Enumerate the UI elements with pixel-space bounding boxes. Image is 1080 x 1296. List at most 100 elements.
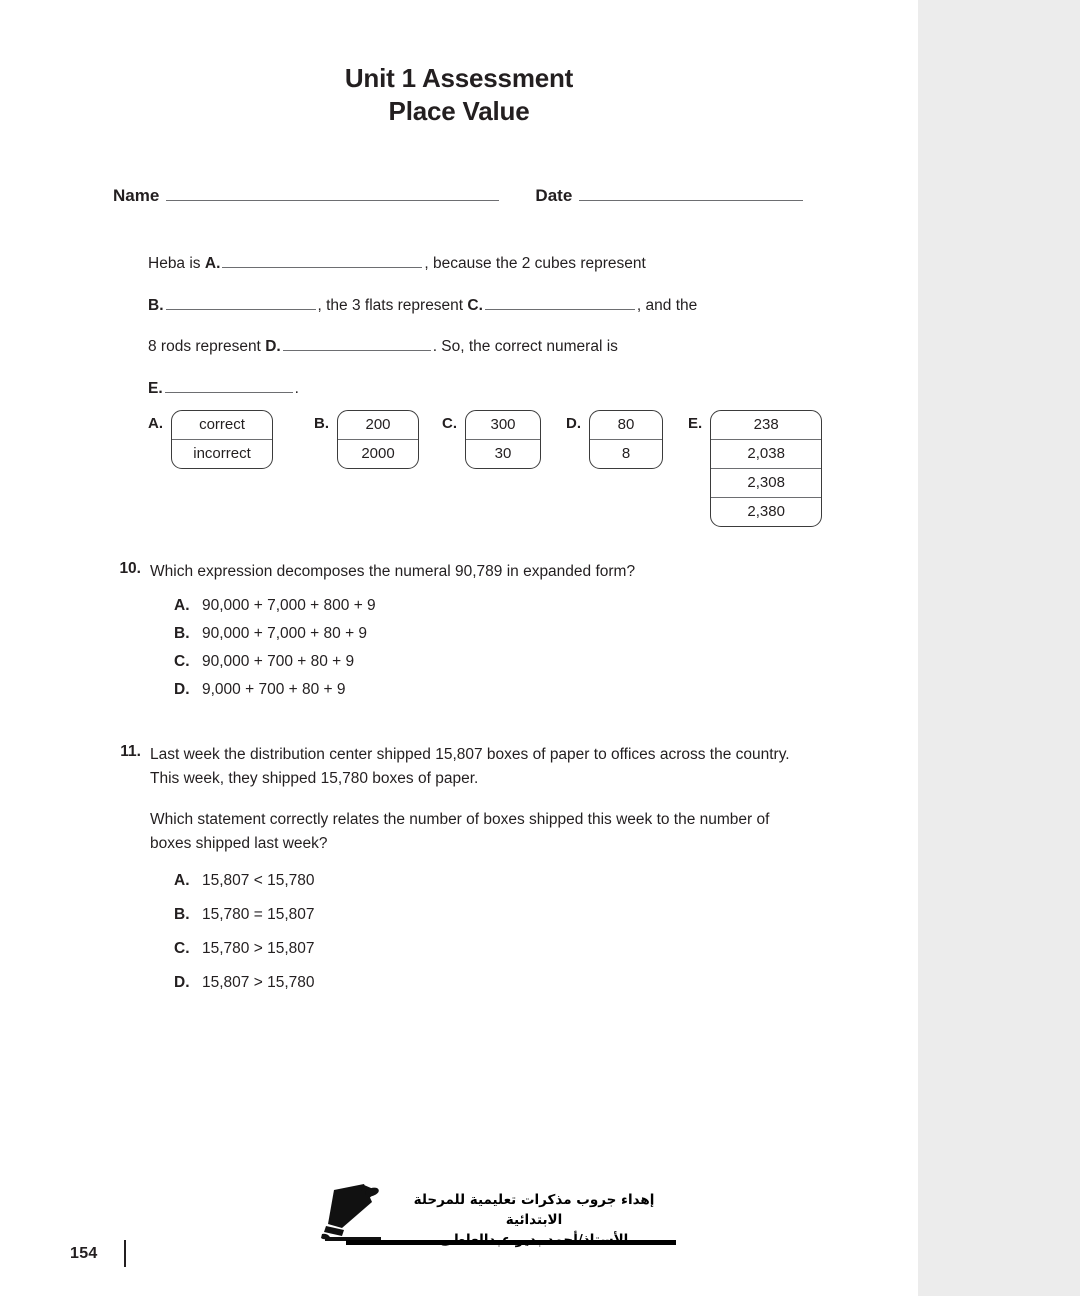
- question-10-option-c[interactable]: C. 90,000 + 700 + 80 + 9: [174, 653, 814, 671]
- choice-cell[interactable]: 2000: [338, 440, 418, 468]
- option-letter: B.: [174, 625, 190, 642]
- fill-line-4-post: .: [294, 379, 299, 397]
- question-11: 11. Last week the distribution center sh…: [114, 743, 814, 1008]
- option-letter: C.: [174, 653, 190, 670]
- question-10-options: A. 90,000 + 7,000 + 800 + 9 B. 90,000 + …: [174, 597, 814, 699]
- question-10-stem: Which expression decomposes the numeral …: [150, 563, 636, 580]
- choice-group-b-letter: B.: [314, 415, 329, 432]
- option-text: 15,807 < 15,780: [202, 872, 315, 889]
- blank-d[interactable]: [282, 338, 431, 351]
- option-text: 15,807 > 15,780: [202, 974, 315, 991]
- blank-e[interactable]: [164, 380, 293, 393]
- question-10-head: 10. Which expression decomposes the nume…: [114, 560, 814, 584]
- fill-line-1-pre: Heba is: [148, 255, 205, 272]
- fill-line-4-letter-e: E.: [148, 379, 163, 397]
- page-gutter: [918, 0, 1080, 1296]
- fill-line-3-letter-d: D.: [265, 338, 281, 355]
- option-letter: C.: [174, 940, 190, 957]
- fill-line-2-letter-b: B.: [148, 296, 164, 314]
- choice-box-row: A. correct incorrect B. 200 2000 C. 300 …: [148, 410, 848, 527]
- fill-line-2-mid: , the 3 flats represent: [317, 296, 468, 314]
- choice-cell[interactable]: incorrect: [172, 440, 272, 468]
- question-10-number: 10.: [119, 560, 141, 577]
- fill-line-2-letter-c: C.: [467, 296, 483, 314]
- fill-in-blank-paragraph: Heba is A. , because the 2 cubes represen…: [148, 243, 788, 409]
- choice-group-a-letter: A.: [148, 415, 163, 432]
- question-11-option-d[interactable]: D. 15,807 > 15,780: [174, 974, 814, 992]
- choice-group-c-letter: C.: [442, 415, 457, 432]
- fill-line-2-post: , and the: [636, 296, 698, 314]
- question-10-option-b[interactable]: B. 90,000 + 7,000 + 80 + 9: [174, 625, 814, 643]
- choice-cell[interactable]: 8: [590, 440, 662, 468]
- option-letter: A.: [174, 872, 190, 889]
- choice-group-e: E. 238 2,038 2,308 2,380: [688, 410, 823, 527]
- page-number-divider: [123, 1240, 127, 1267]
- choice-group-c: C. 300 30: [442, 410, 541, 469]
- question-11-stem: Last week the distribution center shippe…: [150, 746, 790, 787]
- choice-cell[interactable]: correct: [172, 411, 272, 440]
- question-10: 10. Which expression decomposes the nume…: [114, 560, 814, 709]
- footer-stamp: إهداء جروب مذكرات تعليمية للمرحلة الابتد…: [318, 1182, 688, 1254]
- blank-b[interactable]: [165, 297, 316, 310]
- choice-group-d: D. 80 8: [566, 410, 663, 469]
- blank-c[interactable]: [484, 297, 635, 310]
- choice-cell[interactable]: 2,308: [711, 469, 822, 498]
- choice-box-d: 80 8: [589, 410, 663, 469]
- choice-cell[interactable]: 238: [711, 411, 822, 440]
- choice-cell[interactable]: 2,380: [711, 498, 821, 526]
- option-letter: B.: [174, 906, 190, 923]
- choice-cell[interactable]: 80: [590, 411, 662, 440]
- fill-line-4: E..: [148, 368, 788, 410]
- question-11-options: A. 15,807 < 15,780 B. 15,780 = 15,807 C.…: [174, 872, 814, 992]
- page-title: Unit 1 Assessment Place Value: [0, 62, 918, 128]
- question-11-head: 11. Last week the distribution center sh…: [114, 743, 814, 791]
- page-number: 154: [70, 1244, 98, 1262]
- choice-group-e-letter: E.: [688, 415, 703, 432]
- name-label: Name: [113, 186, 160, 205]
- fill-line-1-post: , because the 2 cubes represent: [424, 255, 646, 272]
- choice-group-d-letter: D.: [566, 415, 581, 432]
- choice-cell[interactable]: 2,038: [711, 440, 822, 469]
- fill-line-1: Heba is A. , because the 2 cubes represen…: [148, 243, 788, 285]
- date-input-rule[interactable]: [579, 188, 803, 201]
- fill-line-3: 8 rods represent D. . So, the correct num…: [148, 326, 788, 368]
- footer-stamp-rule: [346, 1240, 676, 1245]
- blank-a[interactable]: [222, 255, 423, 268]
- title-line-1: Unit 1 Assessment: [344, 63, 574, 93]
- question-11-option-c[interactable]: C. 15,780 > 15,807: [174, 940, 814, 958]
- fill-line-2: B. , the 3 flats represent C. , and the: [148, 285, 788, 327]
- fill-line-3-post: . So, the correct numeral is: [432, 338, 618, 355]
- option-text: 9,000 + 700 + 80 + 9: [202, 681, 346, 698]
- choice-box-b: 200 2000: [337, 410, 419, 469]
- choice-box-e: 238 2,038 2,308 2,380: [710, 410, 823, 527]
- question-10-option-d[interactable]: D. 9,000 + 700 + 80 + 9: [174, 681, 814, 699]
- graduation-cap-icon: [320, 1182, 384, 1248]
- fill-line-1-letter: A.: [204, 255, 221, 272]
- choice-cell[interactable]: 200: [338, 411, 418, 440]
- option-letter: D.: [174, 681, 190, 698]
- choice-cell[interactable]: 30: [466, 440, 540, 468]
- choice-group-a: A. correct incorrect: [148, 410, 273, 469]
- footer-stamp-line-1: إهداء جروب مذكرات تعليمية للمرحلة الابتد…: [413, 1192, 655, 1228]
- choice-group-b: B. 200 2000: [314, 410, 419, 469]
- choice-box-c: 300 30: [465, 410, 541, 469]
- option-letter: A.: [174, 597, 190, 614]
- option-text: 15,780 > 15,807: [202, 940, 315, 957]
- option-text: 90,000 + 7,000 + 800 + 9: [202, 597, 376, 614]
- option-text: 15,780 = 15,807: [202, 906, 315, 923]
- name-date-row: Name Date: [113, 186, 803, 206]
- worksheet-page: Unit 1 Assessment Place Value Name Date …: [0, 0, 918, 1296]
- option-text: 90,000 + 700 + 80 + 9: [202, 653, 355, 670]
- choice-cell[interactable]: 300: [466, 411, 540, 440]
- option-text: 90,000 + 7,000 + 80 + 9: [202, 625, 368, 642]
- choice-box-a: correct incorrect: [171, 410, 273, 469]
- question-11-number: 11.: [120, 743, 141, 760]
- option-letter: D.: [174, 974, 190, 991]
- page-number-block: 154: [70, 1240, 127, 1267]
- question-11-subprompt: Which statement correctly relates the nu…: [150, 811, 770, 852]
- question-11-option-a[interactable]: A. 15,807 < 15,780: [174, 872, 814, 890]
- name-input-rule[interactable]: [166, 188, 500, 201]
- fill-line-3-pre: 8 rods represent: [148, 338, 266, 355]
- question-10-option-a[interactable]: A. 90,000 + 7,000 + 800 + 9: [174, 597, 814, 615]
- question-11-option-b[interactable]: B. 15,780 = 15,807: [174, 906, 814, 924]
